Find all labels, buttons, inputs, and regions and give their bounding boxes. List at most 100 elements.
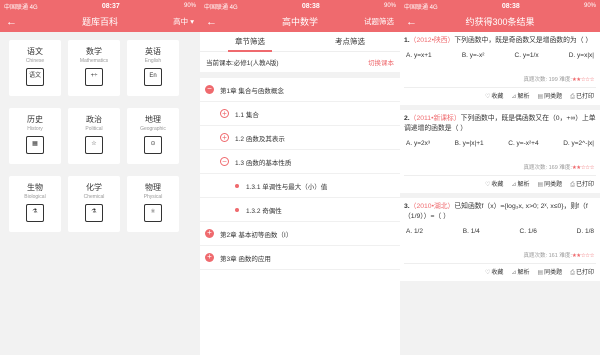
chapter-tree-item[interactable]: + 第3章 函数的应用 [200, 246, 400, 270]
filter-tabs: 章节筛选 考点筛选 [200, 32, 400, 52]
expand-icon[interactable]: + [220, 109, 229, 118]
question-meta: 真题次数: 169 难度:★★☆☆☆ [404, 160, 596, 175]
subject-icon: ⚛ [144, 204, 162, 222]
grade-selector[interactable]: 高中 ▾ [173, 12, 194, 32]
difficulty-label: 难度: [559, 77, 572, 83]
chapter-tree-item[interactable]: + 第2章 基本初等函数（Ⅰ） [200, 222, 400, 246]
tab-chapter-filter[interactable]: 章节筛选 [200, 32, 300, 52]
action-label: 收藏 [491, 270, 504, 276]
question-option: A. y=2x³ [406, 140, 431, 147]
subject-name: 物理 [145, 183, 161, 192]
action-label: 同类题 [544, 270, 563, 276]
chapter-tree-item[interactable]: −1.3 函数的基本性质 [200, 150, 400, 174]
question-card[interactable]: 3.（2010•湖北）已知函数f（x）={log₃x, x>0; 2ˣ, x≤0… [400, 198, 600, 281]
print-icon: ⎙ [570, 182, 575, 188]
question-filter-button[interactable]: 试题筛选 [364, 12, 394, 32]
action-heart[interactable]: ♡收藏 [485, 179, 503, 189]
subject-icon: ▦ [26, 136, 44, 154]
print-icon: ⎙ [570, 270, 575, 276]
question-option: D. y=2^-|x| [563, 140, 594, 147]
difficulty-stars: ★★☆☆☆ [571, 165, 595, 171]
subject-english-name: Geographic [140, 126, 166, 132]
subject-english-name: Physical [143, 194, 163, 200]
question-stem: 3.（2010•湖北）已知函数f（x）={log₃x, x>0; 2ˣ, x≤0… [404, 202, 596, 222]
chapter-label: 1.3.2 奇偶性 [246, 207, 282, 215]
subject-card[interactable]: 历史 History ▦ [9, 108, 61, 164]
action-print[interactable]: ⎙已打印 [570, 179, 594, 189]
subject-card[interactable]: 政治 Political ☆ [68, 108, 120, 164]
similar-icon: ▤ [537, 270, 544, 276]
action-heart[interactable]: ♡收藏 [485, 91, 503, 101]
chapter-tree-item[interactable]: − 第1章 集合与函数概念 [200, 78, 400, 102]
subject-icon: ⊙ [144, 136, 162, 154]
action-similar[interactable]: ▤同类题 [537, 267, 562, 277]
chapter-tree-item[interactable]: 1.3.2 奇偶性 [200, 198, 400, 222]
subject-name: 语文 [27, 47, 43, 56]
subject-icon: +÷ [85, 68, 103, 86]
chapter-tree-item[interactable]: +1.2 函数及其表示 [200, 126, 400, 150]
subject-icon: 语文 [26, 68, 44, 86]
action-label: 收藏 [491, 182, 504, 188]
action-print[interactable]: ⎙已打印 [570, 267, 594, 277]
action-label: 解析 [517, 94, 530, 100]
current-book-label: 当前课本:必修1(人教A版) [206, 60, 279, 67]
subject-list-screen: 中国联通 4G 08:37 90% ← 题库百科 高中 ▾ 语文 Chinese 语… [0, 0, 200, 355]
action-label: 解析 [517, 182, 530, 188]
chapter-tree-item[interactable]: +1.1 集合 [200, 102, 400, 126]
subject-card[interactable]: 英语 English En [127, 40, 179, 96]
expand-icon[interactable]: + [205, 253, 214, 262]
action-analysis[interactable]: ⊿解析 [511, 179, 529, 189]
action-analysis[interactable]: ⊿解析 [511, 267, 529, 277]
action-heart[interactable]: ♡收藏 [485, 267, 503, 277]
question-card[interactable]: 2.（2011•新课标）下列函数中，既是偶函数又在（0，+∞）上单调递增的函数是… [400, 110, 600, 193]
switch-book-link[interactable]: 切换课本 [368, 57, 394, 67]
question-option: C. 1/6 [519, 228, 537, 235]
subject-english-name: Chemical [83, 194, 105, 200]
subject-card[interactable]: 生物 Biological ⚗ [9, 176, 61, 232]
expand-icon[interactable]: + [205, 229, 214, 238]
action-print[interactable]: ⎙已打印 [570, 91, 594, 101]
chapter-tree-item[interactable]: 1.3.1 单调性与最大（小）值 [200, 174, 400, 198]
subject-english-name: Political [85, 126, 103, 132]
subject-card[interactable]: 数学 Mathematics +÷ [68, 40, 120, 96]
subject-name: 数学 [86, 47, 102, 56]
question-actions: ♡收藏 ⊿解析 ▤同类题 ⎙已打印 [404, 87, 596, 105]
subject-card[interactable]: 地理 Geographic ⊙ [127, 108, 179, 164]
chapter-tree: − 第1章 集合与函数概念 +1.1 集合 +1.2 函数及其表示 −1.3 函数的基本… [200, 78, 400, 270]
difficulty-stars: ★★☆☆☆ [571, 253, 595, 259]
question-card[interactable]: 1.（2012•陕西）下列函数中，既是奇函数又是增函数的为（ ） A. y=x+1… [400, 32, 600, 105]
action-analysis[interactable]: ⊿解析 [511, 91, 529, 101]
subject-card[interactable]: 物理 Physical ⚛ [127, 176, 179, 232]
analysis-icon: ⊿ [511, 182, 517, 188]
question-source[interactable]: （2010•湖北） [410, 203, 455, 210]
chapter-label: 1.2 函数及其表示 [235, 135, 285, 143]
question-option: C. y=1/x [514, 52, 539, 59]
subject-card[interactable]: 化学 Chemical ⚗ [68, 176, 120, 232]
action-similar[interactable]: ▤同类题 [537, 91, 562, 101]
question-stem: 2.（2011•新课标）下列函数中，既是偶函数又在（0，+∞）上单调递增的函数是… [404, 114, 596, 134]
battery-text: 90% [583, 3, 596, 9]
exam-count: 真题次数: 199 [523, 77, 560, 83]
question-option: D. 1/8 [576, 228, 594, 235]
tab-point-filter[interactable]: 考点筛选 [300, 32, 400, 51]
nav-bar: ← 高中数学 试题筛选 [200, 12, 400, 32]
collapse-icon[interactable]: − [220, 157, 229, 166]
action-similar[interactable]: ▤同类题 [537, 179, 562, 189]
chapter-label: 1.3.1 单调性与最大（小）值 [246, 183, 328, 191]
subject-english-name: English [144, 58, 162, 64]
question-option: D. y=x|x| [568, 52, 594, 59]
similar-icon: ▤ [537, 182, 544, 188]
subject-english-name: Chinese [25, 58, 45, 64]
question-option: A. y=x+1 [406, 52, 432, 59]
page-title: 约获得300条结果 [465, 17, 535, 27]
carrier-text: 中国联通 4G [404, 4, 438, 11]
question-option: A. 1/2 [406, 228, 423, 235]
question-options: A. 1/2 B. 1/4 C. 1/6 D. 1/8 [404, 222, 596, 248]
subject-card[interactable]: 语文 Chinese 语文 [9, 40, 61, 96]
question-source[interactable]: （2012•陕西） [410, 37, 455, 44]
question-source[interactable]: （2011•新课标） [410, 115, 461, 122]
collapse-icon[interactable]: − [205, 85, 214, 94]
expand-icon[interactable]: + [220, 133, 229, 142]
chapter-label: 第2章 基本初等函数（Ⅰ） [220, 231, 293, 239]
exam-count: 真题次数: 169 [523, 165, 560, 171]
